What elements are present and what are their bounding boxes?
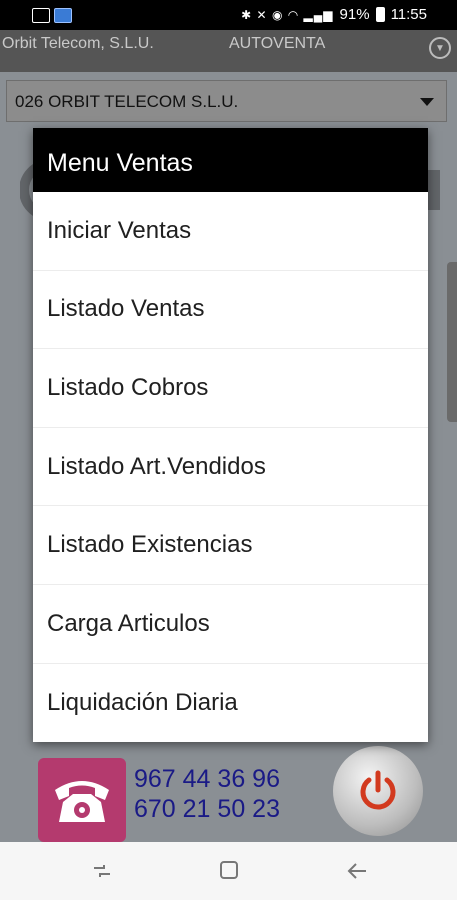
recents-icon[interactable] [92,862,112,880]
menu-list: Iniciar Ventas Listado Ventas Listado Co… [33,192,428,742]
company-select[interactable]: 026 ORBIT TELECOM S.L.U. [6,80,447,122]
header-dropdown-icon[interactable]: ▼ [429,37,451,59]
navigation-bar [0,842,457,900]
scroll-tab[interactable] [447,262,457,422]
power-button[interactable] [333,746,423,836]
battery-icon [375,7,385,22]
status-indicators: ✱ ✕ ◉ ◠ ▂▄▆ 91% 11:55 [241,6,427,23]
menu-item-listado-art-vendidos[interactable]: Listado Art.Vendidos [33,428,428,507]
call-button[interactable] [38,758,126,842]
menu-dialog: Menu Ventas Iniciar Ventas Listado Venta… [33,128,428,742]
menu-item-liquidacion-diaria[interactable]: Liquidación Diaria [33,664,428,743]
menu-item-listado-ventas[interactable]: Listado Ventas [33,271,428,350]
power-icon [360,770,396,810]
company-select-value: 026 ORBIT TELECOM S.L.U. [15,92,239,111]
back-icon[interactable] [346,860,368,882]
battery-level: 91% [339,6,370,23]
menu-item-carga-articulos[interactable]: Carga Articulos [33,585,428,664]
dialog-title: Menu Ventas [33,128,428,192]
notification-icons [32,8,72,23]
chevron-down-icon [420,98,434,106]
menu-item-iniciar-ventas[interactable]: Iniciar Ventas [33,192,428,271]
app-name: AUTOVENTA [229,35,326,52]
phone-number-1[interactable]: 967 44 36 96 [134,765,280,794]
menu-item-listado-existencias[interactable]: Listado Existencias [33,506,428,585]
home-icon[interactable] [220,861,238,879]
phone-number-2[interactable]: 670 21 50 23 [134,795,280,824]
clock: 11:55 [390,6,427,23]
menu-item-listado-cobros[interactable]: Listado Cobros [33,349,428,428]
phone-icon [55,781,109,822]
status-bar: ✱ ✕ ◉ ◠ ▂▄▆ 91% 11:55 [0,0,457,30]
signal-icons: ✱ ✕ ◉ ◠ ▂▄▆ [241,7,334,22]
image-notification-icon [32,8,50,23]
app-notification-icon [54,8,72,23]
company-name: Orbit Telecom, S.L.U. [2,35,154,52]
app-header: Orbit Telecom, S.L.U. AUTOVENTA ▼ [0,30,457,72]
